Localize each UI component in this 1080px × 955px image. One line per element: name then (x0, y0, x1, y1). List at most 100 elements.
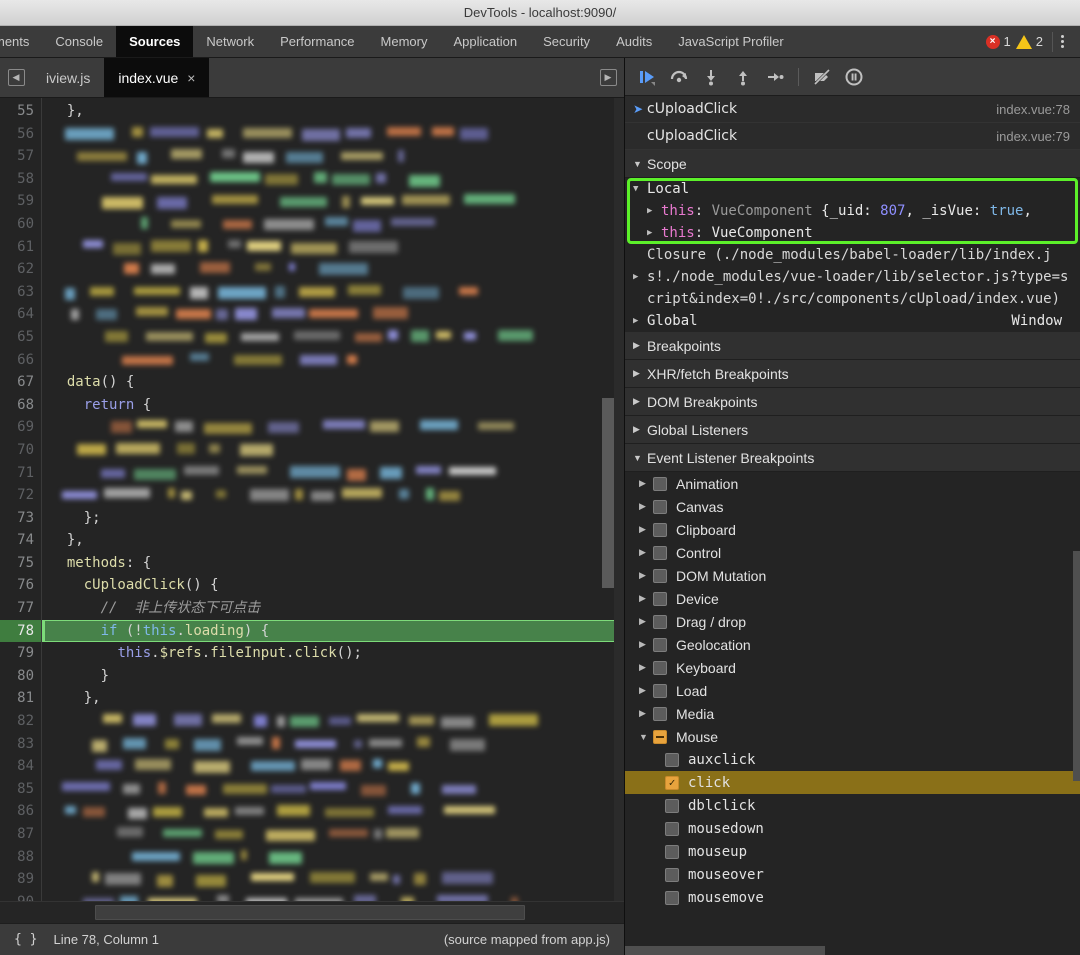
event-category-checkbox[interactable] (653, 477, 667, 491)
event-category-checkbox[interactable] (653, 707, 667, 721)
code-line[interactable] (42, 303, 624, 326)
chevron-right-icon[interactable]: ▶ (639, 639, 653, 650)
code-line[interactable]: // 非上传状态下可点击 (42, 597, 624, 620)
pretty-print-button[interactable]: { } (14, 932, 37, 947)
code-line[interactable]: return { (42, 394, 624, 417)
step-button[interactable] (761, 63, 789, 91)
event-category-checkbox[interactable] (653, 500, 667, 514)
line-number[interactable]: 89 (0, 868, 41, 891)
event-listener-checkbox[interactable] (665, 845, 679, 859)
line-number[interactable]: 63 (0, 281, 41, 304)
code-line[interactable]: } (42, 665, 624, 688)
event-category-checkbox[interactable] (653, 569, 667, 583)
code-line[interactable] (42, 145, 624, 168)
code-line[interactable] (42, 778, 624, 801)
code-line[interactable] (42, 891, 624, 901)
code-line[interactable] (42, 349, 624, 372)
navigator-toggle-button[interactable]: ◀ (0, 58, 32, 97)
code-line[interactable] (42, 258, 624, 281)
event-category-checkbox[interactable] (653, 730, 667, 744)
code-line[interactable]: methods: { (42, 552, 624, 575)
chevron-right-icon[interactable]: ▶ (639, 501, 653, 512)
event-category-device[interactable]: ▶Device (625, 587, 1080, 610)
event-category-checkbox[interactable] (653, 638, 667, 652)
line-number[interactable]: 78 (0, 620, 41, 643)
line-number[interactable]: 79 (0, 642, 41, 665)
chevron-right-icon[interactable]: ▶ (639, 662, 653, 673)
closure-scope-row[interactable]: ▶ Closure (./node_modules/babel-loader/l… (625, 244, 1080, 310)
code-line[interactable]: }, (42, 529, 624, 552)
code-line[interactable] (42, 281, 624, 304)
section-xhr-fetch-breakpoints[interactable]: ▶XHR/fetch Breakpoints (625, 360, 1080, 388)
line-number[interactable]: 86 (0, 800, 41, 823)
call-stack-frame[interactable]: ➤cUploadClickindex.vue:78 (625, 96, 1080, 123)
line-number[interactable]: 57 (0, 145, 41, 168)
event-category-drag-drop[interactable]: ▶Drag / drop (625, 610, 1080, 633)
call-stack-list[interactable]: ➤cUploadClickindex.vue:78cUploadClickind… (625, 96, 1080, 150)
file-tab-iview-js[interactable]: iview.js (32, 58, 104, 97)
line-number[interactable]: 66 (0, 349, 41, 372)
event-category-load[interactable]: ▶Load (625, 679, 1080, 702)
code-line[interactable] (42, 416, 624, 439)
event-category-checkbox[interactable] (653, 615, 667, 629)
section-dom-breakpoints[interactable]: ▶DOM Breakpoints (625, 388, 1080, 416)
code-line[interactable] (42, 710, 624, 733)
line-number[interactable]: 77 (0, 597, 41, 620)
tab-audits[interactable]: Audits (603, 26, 665, 57)
line-number[interactable]: 62 (0, 258, 41, 281)
code-line[interactable]: }, (42, 687, 624, 710)
event-listener-checkbox[interactable] (665, 753, 679, 767)
sidebar-horizontal-scrollbar-thumb[interactable] (625, 946, 825, 955)
event-category-checkbox[interactable] (653, 661, 667, 675)
code-line[interactable]: cUploadClick() { (42, 574, 624, 597)
call-stack-frame[interactable]: cUploadClickindex.vue:79 (625, 123, 1080, 150)
event-listener-dblclick[interactable]: dblclick (625, 794, 1080, 817)
line-number[interactable]: 82 (0, 710, 41, 733)
pause-on-exceptions-button[interactable] (840, 63, 868, 91)
code-line[interactable] (42, 800, 624, 823)
chevron-right-icon[interactable]: ▶ (639, 547, 653, 558)
step-into-button[interactable] (697, 63, 725, 91)
line-number[interactable]: 58 (0, 168, 41, 191)
chevron-right-icon[interactable]: ▶ (639, 593, 653, 604)
code-line[interactable]: data() { (42, 371, 624, 394)
event-category-dom-mutation[interactable]: ▶DOM Mutation (625, 564, 1080, 587)
tab-application[interactable]: Application (440, 26, 530, 57)
resume-button[interactable] (633, 63, 661, 91)
editor-horizontal-scrollbar[interactable] (0, 901, 624, 923)
line-number[interactable]: 64 (0, 303, 41, 326)
chevron-right-icon[interactable]: ▶ (639, 616, 653, 627)
line-number[interactable]: 87 (0, 823, 41, 846)
chevron-right-icon[interactable]: ▶ (639, 478, 653, 489)
code-lines[interactable]: }, data() { return { }; }, methods: { cU… (42, 98, 624, 901)
scope-entry-this-expanded[interactable]: ▶ this: VueComponent {_uid: 807, _isVue:… (625, 200, 1080, 222)
code-line[interactable] (42, 462, 624, 485)
event-listener-click[interactable]: ✓click (625, 771, 1080, 794)
deactivate-breakpoints-button[interactable] (808, 63, 836, 91)
code-line[interactable] (42, 755, 624, 778)
code-line[interactable]: }; (42, 507, 624, 530)
line-number[interactable]: 60 (0, 213, 41, 236)
kebab-menu-icon[interactable] (1052, 32, 1072, 52)
code-line[interactable] (42, 236, 624, 259)
line-number[interactable]: 83 (0, 733, 41, 756)
line-number-gutter[interactable]: 5556575859606162636465666768697071727374… (0, 98, 42, 901)
section-breakpoints[interactable]: ▶Breakpoints (625, 332, 1080, 360)
editor-vertical-scrollbar-thumb[interactable] (602, 398, 614, 588)
line-number[interactable]: 81 (0, 687, 41, 710)
global-scope-row[interactable]: ▶ Global Window (625, 310, 1080, 332)
code-line[interactable]: }, (42, 100, 624, 123)
event-category-checkbox[interactable] (653, 684, 667, 698)
error-badge[interactable]: × 1 (986, 34, 1011, 49)
event-listener-checkbox[interactable] (665, 799, 679, 813)
event-listener-checkbox[interactable] (665, 822, 679, 836)
event-category-checkbox[interactable] (653, 546, 667, 560)
editor-horizontal-scrollbar-thumb[interactable] (95, 905, 525, 920)
line-number[interactable]: 85 (0, 778, 41, 801)
line-number[interactable]: 80 (0, 665, 41, 688)
line-number[interactable]: 71 (0, 462, 41, 485)
line-number[interactable]: 61 (0, 236, 41, 259)
section-event-listener-breakpoints[interactable]: ▼Event Listener Breakpoints (625, 444, 1080, 472)
tab-ments[interactable]: ments (0, 26, 42, 57)
event-category-mouse[interactable]: ▼Mouse (625, 725, 1080, 748)
